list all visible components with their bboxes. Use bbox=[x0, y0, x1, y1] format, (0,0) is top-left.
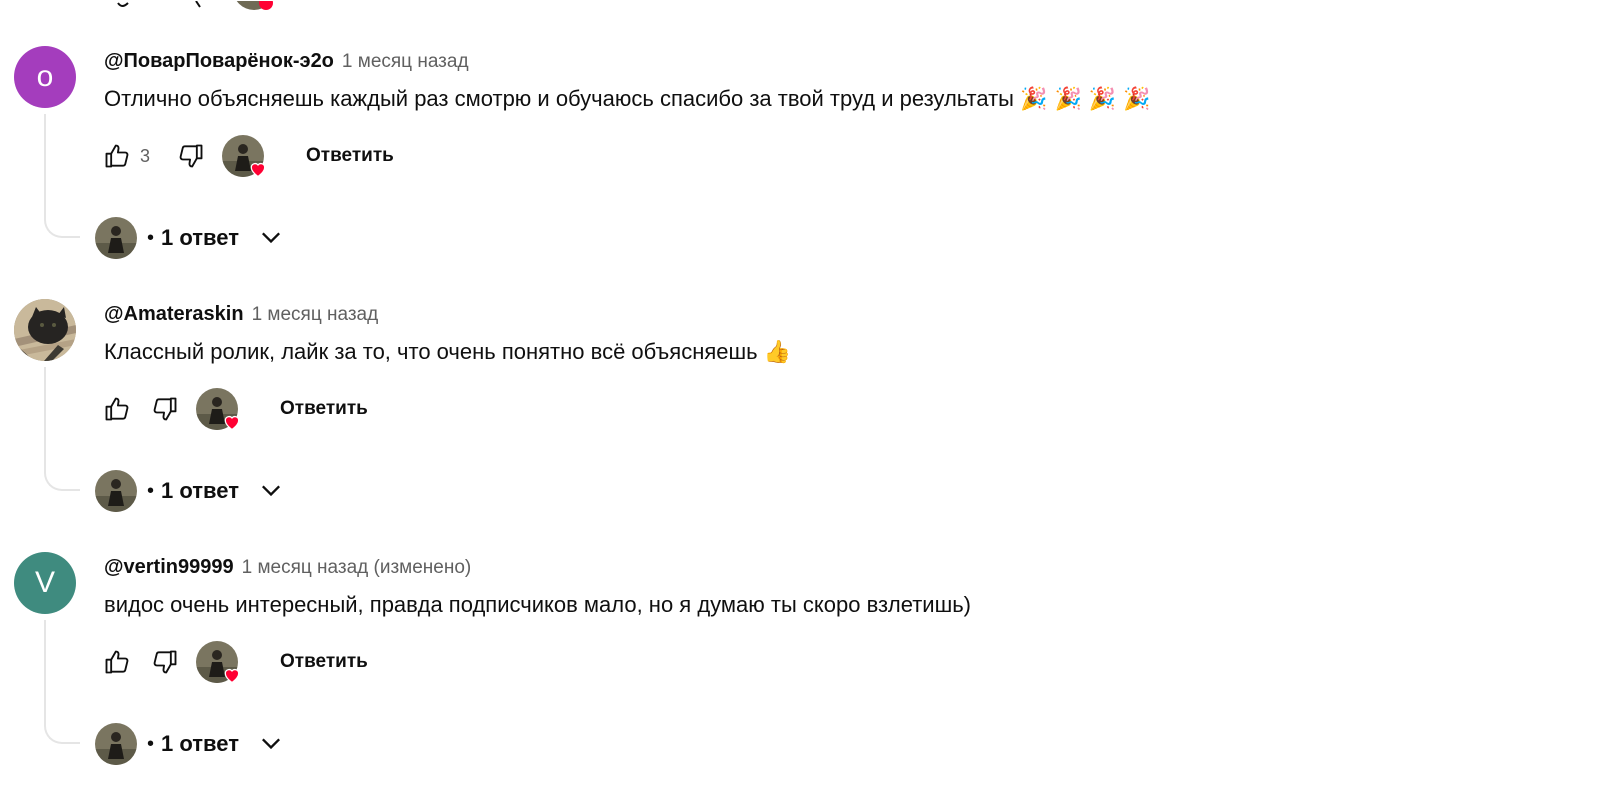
reply-button[interactable]: Ответить bbox=[280, 651, 368, 673]
thumbs-down-icon bbox=[153, 650, 177, 674]
comment-thread: о @ПоварПоварёнок-э2о 1 месяц назад Отли… bbox=[0, 46, 1600, 299]
dislike-button[interactable] bbox=[148, 392, 182, 426]
dislike-button[interactable] bbox=[148, 645, 182, 679]
chevron-down-icon bbox=[257, 477, 285, 505]
creator-heart bbox=[196, 641, 240, 684]
like-button[interactable] bbox=[100, 645, 134, 679]
comment-actions: Ответить bbox=[100, 387, 368, 431]
separator-dot: • bbox=[147, 226, 155, 249]
heart-icon bbox=[224, 668, 240, 684]
reply-author-avatar bbox=[95, 470, 137, 512]
view-replies-button[interactable]: • 1 ответ bbox=[95, 216, 285, 260]
view-replies-button[interactable]: • 1 ответ bbox=[95, 722, 285, 766]
thumbs-up-emoji: 👍 bbox=[763, 340, 792, 365]
comment-time[interactable]: 1 месяц назад bbox=[252, 304, 379, 326]
previous-comment-actions-partial bbox=[0, 0, 400, 12]
thread-connector bbox=[44, 114, 80, 238]
comment-text-body: Отлично объясняешь каждый раз смотрю и о… bbox=[104, 86, 1014, 111]
comment-header: @Amateraskin 1 месяц назад bbox=[104, 303, 378, 326]
reply-button[interactable]: Ответить bbox=[280, 398, 368, 420]
thumbs-up-icon bbox=[105, 650, 129, 674]
avatar[interactable]: V bbox=[14, 552, 76, 614]
avatar[interactable]: о bbox=[14, 46, 76, 108]
author-name[interactable]: @ПоварПоварёнок-э2о bbox=[104, 50, 334, 73]
dislike-button[interactable] bbox=[174, 139, 208, 173]
reply-author-avatar bbox=[95, 723, 137, 765]
like-button[interactable] bbox=[100, 139, 134, 173]
comment-time[interactable]: 1 месяц назад (изменено) bbox=[242, 557, 472, 579]
heart-icon bbox=[224, 415, 240, 431]
comment-text: Отлично объясняешь каждый раз смотрю и о… bbox=[104, 86, 1151, 112]
reply-button[interactable]: Ответить bbox=[306, 145, 394, 167]
chevron-down-icon bbox=[257, 224, 285, 252]
comment-actions: 3 Ответить bbox=[100, 134, 394, 178]
cat-photo bbox=[14, 299, 76, 361]
chevron-down-icon bbox=[257, 730, 285, 758]
creator-heart bbox=[222, 135, 266, 178]
thumbs-up-icon bbox=[105, 397, 129, 421]
like-count: 3 bbox=[140, 145, 151, 166]
comment-text-body: видос очень интересный, правда подписчик… bbox=[104, 592, 972, 617]
reply-author-avatar bbox=[95, 217, 137, 259]
comment-time[interactable]: 1 месяц назад bbox=[342, 51, 469, 73]
comment-header: @vertin99999 1 месяц назад (изменено) bbox=[104, 556, 471, 579]
separator-dot: • bbox=[147, 479, 155, 502]
comment-text-body: Классный ролик, лайк за то, что очень по… bbox=[104, 339, 758, 364]
comment-thread: @Amateraskin 1 месяц назад Классный роли… bbox=[0, 299, 1600, 552]
comment-text: видос очень интересный, правда подписчик… bbox=[104, 592, 971, 618]
view-replies-button[interactable]: • 1 ответ bbox=[95, 469, 285, 513]
comment-actions: Ответить bbox=[100, 640, 368, 684]
thumbs-down-icon bbox=[179, 144, 203, 168]
comment-text: Классный ролик, лайк за то, что очень по… bbox=[104, 339, 791, 365]
comment-thread: V @vertin99999 1 месяц назад (изменено) … bbox=[0, 552, 1600, 805]
thread-connector bbox=[44, 620, 80, 744]
replies-count: 1 ответ bbox=[161, 225, 239, 250]
separator-dot: • bbox=[147, 732, 155, 755]
avatar[interactable] bbox=[14, 299, 76, 361]
author-name[interactable]: @Amateraskin bbox=[104, 303, 244, 326]
replies-count: 1 ответ bbox=[161, 478, 239, 503]
thread-connector bbox=[44, 367, 80, 491]
like-button[interactable] bbox=[100, 392, 134, 426]
thumbs-down-icon bbox=[153, 397, 177, 421]
author-name[interactable]: @vertin99999 bbox=[104, 556, 234, 579]
thumbs-up-icon bbox=[105, 144, 129, 168]
replies-count: 1 ответ bbox=[161, 731, 239, 756]
heart-icon bbox=[250, 162, 266, 178]
comment-header: @ПоварПоварёнок-э2о 1 месяц назад bbox=[104, 50, 469, 73]
avatar-letter: о bbox=[36, 60, 54, 93]
avatar-letter: V bbox=[34, 566, 55, 599]
party-popper-emoji: 🎉 🎉 🎉 🎉 bbox=[1020, 87, 1151, 112]
creator-heart bbox=[196, 388, 240, 431]
